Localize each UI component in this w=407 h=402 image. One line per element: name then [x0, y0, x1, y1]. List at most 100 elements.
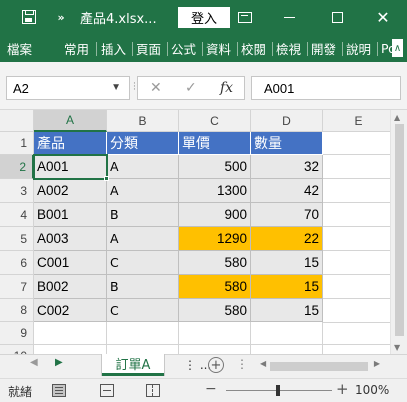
cell-product[interactable]: C001: [34, 251, 107, 275]
name-box[interactable]: A2 ▼: [6, 76, 130, 100]
tab-split-handle[interactable]: ⋮: [236, 357, 248, 371]
enter-icon[interactable]: ✓: [185, 80, 197, 96]
empty-cell[interactable]: [107, 345, 179, 354]
worksheet-grid[interactable]: A B C D E 1 2 3 4 5 6 7 8 9 10 產品 分類 單價 …: [0, 110, 407, 354]
cell-quantity[interactable]: 42: [251, 179, 323, 203]
horizontal-scrollbar[interactable]: ◀ ▶: [256, 359, 386, 373]
scroll-right-icon[interactable]: ▶: [374, 359, 380, 368]
cell-quantity[interactable]: 15: [251, 275, 323, 299]
empty-cell[interactable]: [323, 132, 395, 155]
empty-cell[interactable]: [251, 322, 323, 345]
cell-category[interactable]: C: [107, 299, 179, 322]
row-header-8[interactable]: 8: [0, 299, 34, 322]
empty-cell[interactable]: [179, 345, 251, 354]
cell-product[interactable]: A001: [34, 155, 107, 179]
cell-price[interactable]: 900: [179, 203, 251, 227]
zoom-slider-thumb[interactable]: [276, 385, 280, 396]
empty-cell[interactable]: [323, 299, 395, 323]
row-header-2[interactable]: 2: [0, 155, 34, 179]
cell-product[interactable]: B001: [34, 203, 107, 227]
row-header-5[interactable]: 5: [0, 227, 34, 251]
zoom-level[interactable]: 100%: [355, 383, 389, 397]
empty-cell[interactable]: [34, 322, 107, 345]
empty-cell[interactable]: [34, 345, 107, 354]
tab-file[interactable]: 檔案: [7, 34, 32, 62]
cell-quantity[interactable]: 22: [251, 227, 323, 251]
cell-price[interactable]: 500: [179, 155, 251, 179]
vertical-scrollbar[interactable]: ▲ ▼: [390, 110, 407, 354]
previous-sheet-icon[interactable]: ◀: [30, 357, 38, 368]
row-header-7[interactable]: 7: [0, 275, 34, 299]
tab-developer[interactable]: 開發: [311, 34, 341, 62]
cell-category[interactable]: A: [107, 155, 179, 179]
tab-help[interactable]: 說明: [346, 34, 371, 62]
page-layout-view-icon[interactable]: [100, 384, 114, 397]
cell-quantity[interactable]: 15: [251, 251, 323, 275]
page-break-view-icon[interactable]: [146, 384, 160, 397]
collapse-ribbon-button[interactable]: ∧: [392, 39, 403, 57]
quick-access-more-button[interactable]: »: [52, 0, 68, 34]
minimize-button[interactable]: [279, 0, 299, 34]
formula-bar-resize-handle[interactable]: · · ·: [133, 80, 136, 95]
cancel-icon[interactable]: ✕: [150, 80, 162, 96]
row-header-6[interactable]: 6: [0, 251, 34, 275]
empty-cell[interactable]: [107, 322, 179, 345]
cell-price[interactable]: 580: [179, 251, 251, 275]
table-header-cell[interactable]: 數量: [251, 132, 323, 155]
cell-price[interactable]: 1300: [179, 179, 251, 203]
cell-quantity[interactable]: 70: [251, 203, 323, 227]
cell-category[interactable]: B: [107, 275, 179, 299]
chevron-down-icon[interactable]: ▼: [111, 82, 121, 93]
formula-input[interactable]: A001: [251, 76, 401, 100]
sheet-tab-active[interactable]: 訂單A: [102, 354, 164, 376]
empty-cell[interactable]: [251, 345, 323, 354]
cell-price[interactable]: 580: [179, 299, 251, 322]
empty-cell[interactable]: [323, 179, 395, 203]
tab-review[interactable]: 校閱: [241, 34, 266, 62]
empty-cell[interactable]: [323, 227, 395, 251]
column-header-a[interactable]: A: [34, 110, 107, 132]
row-header-1[interactable]: 1: [0, 132, 34, 155]
row-header-10[interactable]: 10: [0, 345, 34, 354]
row-header-3[interactable]: 3: [0, 179, 34, 203]
column-header-b[interactable]: B: [107, 110, 179, 132]
empty-cell[interactable]: [323, 322, 395, 345]
cell-quantity[interactable]: 15: [251, 299, 323, 322]
cell-category[interactable]: B: [107, 203, 179, 227]
cell-product[interactable]: A003: [34, 227, 107, 251]
table-header-cell[interactable]: 分類: [107, 132, 179, 155]
cell-price[interactable]: 1290: [179, 227, 251, 251]
table-header-cell[interactable]: 單價: [179, 132, 251, 155]
tab-home[interactable]: 常用: [64, 34, 89, 62]
add-sheet-button[interactable]: +: [208, 357, 224, 373]
save-icon[interactable]: [18, 0, 40, 34]
row-header-9[interactable]: 9: [0, 322, 34, 345]
empty-cell[interactable]: [323, 251, 395, 275]
cell-quantity[interactable]: 32: [251, 155, 323, 179]
ribbon-display-options-icon[interactable]: [236, 0, 254, 34]
column-header-c[interactable]: C: [179, 110, 251, 132]
column-header-d[interactable]: D: [251, 110, 323, 132]
table-header-cell[interactable]: 產品: [34, 132, 107, 155]
zoom-in-button[interactable]: +: [336, 380, 349, 398]
horizontal-scroll-thumb[interactable]: [270, 362, 368, 371]
scroll-left-icon[interactable]: ◀: [260, 359, 266, 368]
tab-page-layout[interactable]: 頁面: [136, 34, 166, 62]
select-all-corner[interactable]: [0, 110, 34, 132]
maximize-button[interactable]: [327, 0, 347, 34]
tab-formulas[interactable]: 公式: [171, 34, 196, 62]
zoom-out-button[interactable]: −: [205, 381, 217, 397]
cell-category[interactable]: C: [107, 251, 179, 275]
empty-cell[interactable]: [323, 203, 395, 227]
cell-category[interactable]: A: [107, 227, 179, 251]
empty-cell[interactable]: [323, 345, 395, 354]
cell-product[interactable]: A002: [34, 179, 107, 203]
tab-insert[interactable]: 插入: [101, 34, 126, 62]
cell-product[interactable]: B002: [34, 275, 107, 299]
close-button[interactable]: ✕: [373, 0, 393, 34]
cell-category[interactable]: A: [107, 179, 179, 203]
tab-data[interactable]: 資料: [206, 34, 231, 62]
empty-cell[interactable]: [323, 155, 395, 179]
cell-product[interactable]: C002: [34, 299, 107, 322]
insert-function-icon[interactable]: fx: [220, 80, 233, 96]
